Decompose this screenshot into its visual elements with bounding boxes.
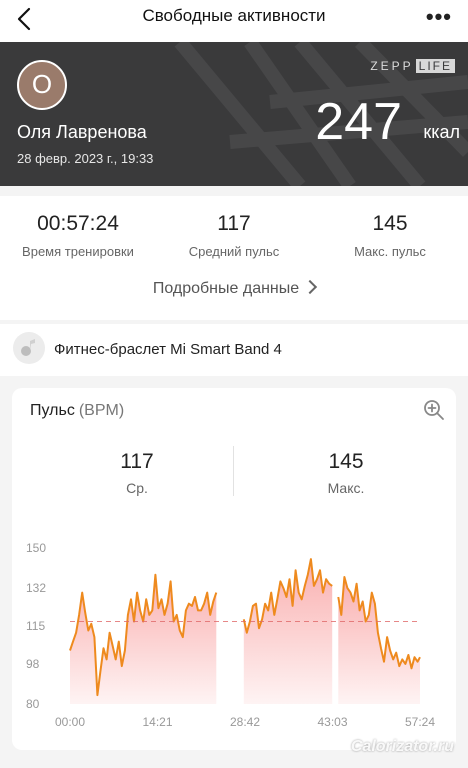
avatar[interactable]: О	[17, 60, 67, 110]
series-area-2	[243, 559, 333, 704]
stat-label: Средний пульс	[188, 244, 280, 259]
calories-unit: ккал	[423, 122, 460, 142]
brand-logo-left: ZEPP	[370, 59, 414, 73]
x-tick-label: 14:21	[142, 715, 172, 729]
page-title: Свободные активности	[142, 6, 326, 25]
activity-datetime: 28 февр. 2023 г., 19:33	[17, 151, 154, 166]
top-bar: Свободные активности •••	[0, 0, 468, 42]
y-tick-label: 98	[26, 657, 40, 671]
card-title: Пульс (BPM)	[30, 402, 124, 420]
hr-avg: 117 Ср.	[52, 450, 222, 496]
stat-label: Макс. пульс	[354, 244, 426, 259]
hr-max-label: Макс.	[327, 480, 365, 496]
hr-max: 145 Макс.	[261, 450, 431, 496]
user-name: Оля Лавренова	[17, 122, 147, 142]
y-tick-label: 80	[26, 697, 40, 711]
more-options-button[interactable]: •••	[426, 4, 452, 30]
calories-value: 247	[315, 93, 402, 151]
band-device-icon	[13, 332, 45, 364]
summary-panel: 00:57:24 Время тренировки 117 Средний пу…	[0, 196, 468, 320]
stat-avg-pulse: 117 Средний пульс	[156, 212, 312, 259]
card-unit: (BPM)	[78, 402, 125, 419]
x-tick-label: 00:00	[55, 715, 85, 729]
device-name: Фитнес-браслет Mi Smart Band 4	[54, 341, 282, 358]
hr-max-value: 145	[328, 450, 364, 473]
stat-value: 117	[217, 212, 251, 235]
hr-avg-value: 117	[120, 450, 154, 473]
activity-header: О Оля Лавренова 28 февр. 2023 г., 19:33 …	[0, 42, 468, 186]
watermark: Calorizator.ru	[350, 738, 454, 755]
brand-logo: ZEPP LIFE	[370, 59, 455, 73]
stat-value: 00:57:24	[37, 212, 119, 235]
y-tick-label: 150	[26, 541, 46, 555]
device-row[interactable]: Фитнес-браслет Mi Smart Band 4	[0, 324, 468, 376]
brand-logo-right: LIFE	[415, 59, 455, 73]
heart-rate-card: Пульс (BPM) 117 Ср. 145 Макс. 150 132 115 98…	[12, 388, 456, 750]
zoom-button[interactable]	[422, 398, 446, 422]
y-tick-label: 115	[26, 619, 45, 633]
stat-max-pulse: 145 Макс. пульс	[312, 212, 468, 259]
zoom-in-icon	[424, 400, 444, 420]
stat-label: Время тренировки	[22, 244, 134, 259]
y-tick-label: 132	[26, 581, 46, 595]
x-tick-label: 43:03	[317, 715, 347, 729]
hr-divider	[233, 446, 234, 496]
series-area-1	[70, 574, 217, 704]
details-link[interactable]: Подробные данные	[0, 279, 468, 298]
card-title-text: Пульс	[30, 402, 75, 419]
x-tick-label: 57:24	[405, 715, 435, 729]
stat-duration: 00:57:24 Время тренировки	[0, 212, 156, 259]
heart-rate-chart[interactable]: 150 132 115 98 80 00:00 14:21 28:42 43:03 57:24	[12, 528, 456, 738]
chevron-right-icon	[303, 279, 318, 295]
hr-avg-label: Ср.	[126, 480, 148, 496]
details-link-label: Подробные данные	[152, 280, 300, 297]
x-tick-label: 28:42	[230, 715, 260, 729]
stat-value: 145	[372, 212, 408, 235]
